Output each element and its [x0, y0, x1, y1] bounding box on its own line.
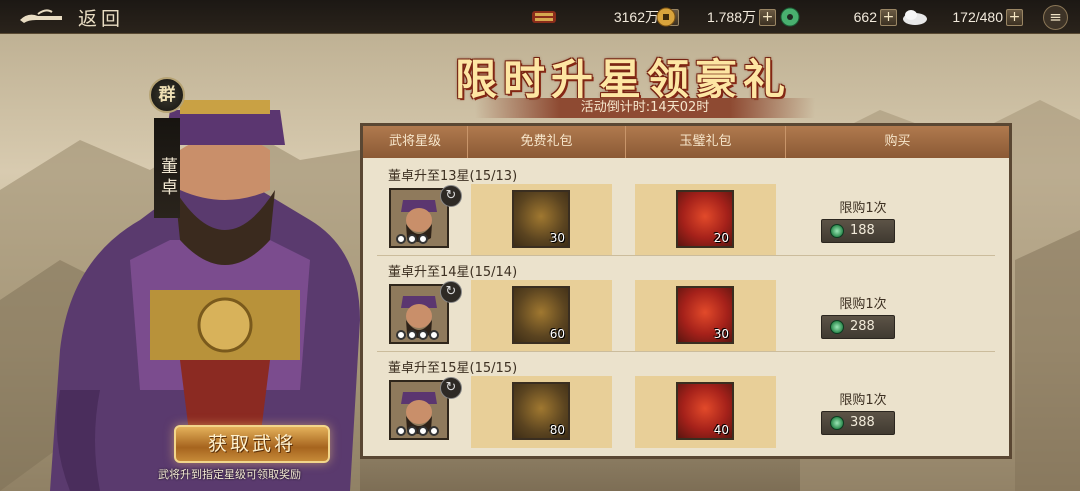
gift-count: 80 [549, 423, 565, 437]
reward-panel: 武将星级 免费礼包 玉璧礼包 购买 董卓升至13星(15/13) ↻ 30 20… [360, 123, 1012, 459]
resource-stamina: 172/480 + [901, 7, 1023, 27]
swap-icon[interactable]: ↻ [440, 185, 462, 207]
resource-gold: 1.788万 + [656, 7, 776, 27]
free-gift-box[interactable]: 60 [512, 286, 570, 344]
swap-icon[interactable]: ↻ [440, 377, 462, 399]
add-jade-button[interactable]: + [880, 8, 897, 26]
jade-value: 662 [853, 9, 877, 25]
free-gift-cell: 80 [471, 376, 612, 448]
get-hero-button[interactable]: 获取武将 [174, 425, 330, 463]
row-title: 董卓升至13星(15/13) [388, 169, 518, 184]
buy-button[interactable]: 188 [821, 219, 895, 243]
purchase-limit: 限购1次 [839, 297, 887, 312]
price: 388 [850, 415, 875, 430]
table-header: 武将星级 免费礼包 玉璧礼包 购买 [363, 126, 1009, 158]
free-gift-cell: 30 [471, 184, 612, 256]
gift-count: 30 [549, 231, 565, 245]
stamina-icon [903, 10, 927, 25]
gold-coin-icon [656, 7, 676, 27]
jade-icon [830, 224, 844, 238]
free-gift-box[interactable]: 30 [512, 190, 570, 248]
swap-icon[interactable]: ↻ [440, 281, 462, 303]
gift-count: 60 [549, 327, 565, 341]
jade-gift-box[interactable]: 40 [676, 382, 734, 440]
reward-hint: 武将升到指定星级可领取奖励 [158, 468, 301, 481]
gold-value: 1.788万 [706, 9, 756, 25]
header-star-level: 武将星级 [363, 126, 468, 158]
event-title: 限时升星领豪礼 [455, 55, 792, 104]
back-button[interactable]: 返回 [18, 4, 124, 30]
price: 288 [850, 319, 875, 334]
jade-icon [830, 416, 844, 430]
hero-name: 董卓 [154, 118, 180, 218]
purchase-limit: 限购1次 [839, 201, 887, 216]
add-stamina-button[interactable]: + [1006, 8, 1023, 26]
header-buy: 购买 [884, 134, 911, 149]
top-bar: 返回 3162万 + 1.788万 + 662 + 172/480 + [0, 0, 1080, 34]
free-gift-box[interactable]: 80 [512, 382, 570, 440]
jade-icon [830, 320, 844, 334]
table-row: 董卓升至13星(15/13) ↻ 30 20 限购1次 188 [363, 161, 1009, 256]
back-arrow-icon [20, 9, 62, 23]
menu-icon[interactable]: ≡ [1043, 5, 1068, 30]
header-free-gift: 免费礼包 [468, 126, 626, 158]
buy-button[interactable]: 288 [821, 315, 895, 339]
price: 188 [850, 223, 875, 238]
jade-gift-cell: 30 [635, 280, 776, 352]
buy-button[interactable]: 388 [821, 411, 895, 435]
back-label: 返回 [78, 7, 125, 30]
header-jade-gift: 玉璧礼包 [626, 126, 786, 158]
copper-ingot-icon [532, 11, 556, 23]
purchase-limit: 限购1次 [839, 393, 887, 408]
gift-count: 20 [713, 231, 729, 245]
add-gold-button[interactable]: + [759, 8, 776, 26]
resource-jade: 662 + [779, 7, 897, 27]
jade-gift-cell: 20 [635, 184, 776, 256]
gift-count: 40 [713, 423, 729, 437]
star-rating [396, 234, 428, 244]
event-countdown: 活动倒计时:14天02时 [475, 98, 815, 118]
jade-gift-box[interactable]: 20 [676, 190, 734, 248]
stamina-value: 172/480 [952, 9, 1003, 25]
faction-badge: 群 [149, 77, 185, 113]
row-title: 董卓升至14星(15/14) [388, 265, 518, 280]
table-row: 董卓升至15星(15/15) ↻ 80 40 限购1次 388 [363, 353, 1009, 448]
jade-gift-box[interactable]: 30 [676, 286, 734, 344]
copper-value: 3162万 [613, 9, 659, 25]
star-rating [396, 426, 439, 436]
gift-count: 30 [713, 327, 729, 341]
star-rating [396, 330, 439, 340]
jade-gift-cell: 40 [635, 376, 776, 448]
table-row: 董卓升至14星(15/14) ↻ 60 30 限购1次 288 [363, 257, 1009, 352]
jade-icon [780, 7, 800, 27]
free-gift-cell: 60 [471, 280, 612, 352]
row-title: 董卓升至15星(15/15) [388, 361, 518, 376]
